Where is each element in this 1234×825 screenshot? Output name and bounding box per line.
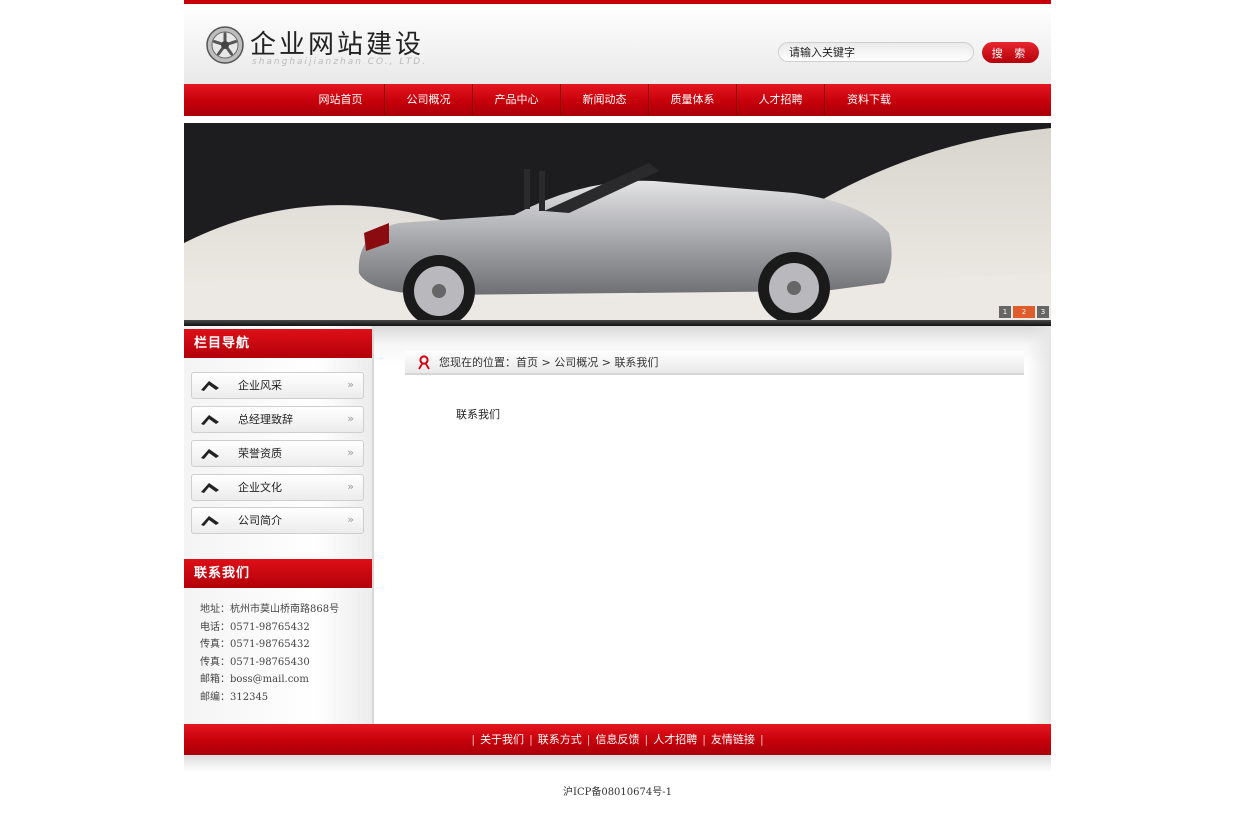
sidebar-item-gm-message[interactable]: 总经理致辞 » xyxy=(191,406,364,433)
breadcrumb-separator: > xyxy=(538,356,555,369)
content-title: 联系我们 xyxy=(456,408,500,421)
sidebar-item-culture[interactable]: 企业文化 » xyxy=(191,474,364,501)
car-banner-image xyxy=(184,123,1051,320)
arrow-up-icon xyxy=(201,415,219,425)
nav-item-products[interactable]: 产品中心 xyxy=(473,84,561,116)
slide-dot-2[interactable]: 2 xyxy=(1013,306,1035,318)
slide-indicators: 1 2 3 xyxy=(999,306,1049,318)
nav-item-downloads[interactable]: 资料下载 xyxy=(825,84,913,116)
sidebar-item-label: 公司简介 xyxy=(238,514,282,527)
sidebar-item-style[interactable]: 企业风采 » xyxy=(191,372,364,399)
breadcrumb-prefix: 您现在的位置： xyxy=(439,356,516,369)
location-pin-icon xyxy=(418,355,430,370)
breadcrumb-current: 联系我们 xyxy=(614,356,659,369)
sidebar-nav-heading: 栏目导航 xyxy=(184,329,372,358)
contact-email: 邮箱：boss@mail.com xyxy=(200,674,309,685)
sidebar-contact-heading: 联系我们 xyxy=(184,559,372,588)
search-button[interactable]: 搜 索 xyxy=(982,42,1039,63)
footer-divider: | xyxy=(702,733,706,746)
chevron-right-icon: » xyxy=(347,446,354,459)
footer-link-contact[interactable]: 联系方式 xyxy=(538,733,582,746)
arrow-up-icon xyxy=(201,483,219,493)
chevron-right-icon: » xyxy=(347,480,354,493)
chevron-right-icon: » xyxy=(347,412,354,425)
sidebar-item-profile[interactable]: 公司简介 » xyxy=(191,507,364,534)
nav-item-news[interactable]: 新闻动态 xyxy=(561,84,649,116)
arrow-up-icon xyxy=(201,381,219,391)
breadcrumb-text: 您现在的位置：首页 > 公司概况 > 联系我们 xyxy=(439,351,658,375)
footer-shadow xyxy=(184,755,1051,772)
main-content: 您现在的位置：首页 > 公司概况 > 联系我们 联系我们 xyxy=(374,326,1051,724)
wheel-logo-icon xyxy=(206,26,244,64)
arrow-up-icon xyxy=(201,516,219,526)
footer-divider: | xyxy=(471,733,476,746)
page: 企业网站建设 shanghaijianzhan CO., LTD. 搜 索 网站… xyxy=(184,0,1051,825)
contact-postcode: 邮编：312345 xyxy=(200,691,269,703)
contact-info: 地址：杭州市莫山桥南路868号 电话：0571-98765432 传真：0571… xyxy=(200,601,339,706)
arrow-up-icon xyxy=(201,449,219,459)
hero-banner: 1 2 3 xyxy=(184,123,1051,320)
sidebar-item-label: 企业文化 xyxy=(238,481,282,494)
footer-link-about[interactable]: 关于我们 xyxy=(480,733,524,746)
contact-address: 地址：杭州市莫山桥南路868号 xyxy=(200,604,340,615)
sidebar-item-label: 荣誉资质 xyxy=(238,447,282,460)
site-title: 企业网站建设 xyxy=(250,30,425,60)
footer-divider: | xyxy=(759,733,764,746)
footer-divider: | xyxy=(644,733,649,746)
footer-divider: | xyxy=(586,733,591,746)
footer-link-feedback[interactable]: 信息反馈 xyxy=(596,733,640,746)
main-nav: 网站首页 公司概况 产品中心 新闻动态 质量体系 人才招聘 资料下载 xyxy=(184,84,1051,116)
nav-item-company[interactable]: 公司概况 xyxy=(385,84,473,116)
nav-item-home[interactable]: 网站首页 xyxy=(297,84,385,116)
icp-license: 沪ICP备08010674号-1 xyxy=(563,787,672,798)
slide-dot-3[interactable]: 3 xyxy=(1037,306,1049,318)
sidebar: 栏目导航 企业风采 » 总经理致辞 » 荣誉资质 » 企业文化 » 公司简介 »… xyxy=(184,326,374,724)
breadcrumb-separator: > xyxy=(598,356,615,369)
footer-link-jobs[interactable]: 人才招聘 xyxy=(653,733,697,746)
footer-link-friends[interactable]: 友情链接 xyxy=(711,733,755,746)
breadcrumb-company[interactable]: 公司概况 xyxy=(554,356,598,369)
footer-nav: | 关于我们 | 联系方式 | 信息反馈 | 人才招聘 | 友情链接 | xyxy=(184,724,1051,755)
chevron-right-icon: » xyxy=(347,378,354,391)
contact-fax-2: 传真：0571-98765430 xyxy=(200,656,310,668)
nav-item-quality[interactable]: 质量体系 xyxy=(649,84,737,116)
nav-item-jobs[interactable]: 人才招聘 xyxy=(737,84,825,116)
breadcrumb-home[interactable]: 首页 xyxy=(516,356,538,369)
site-subtitle: shanghaijianzhan CO., LTD. xyxy=(252,57,428,67)
sidebar-item-label: 总经理致辞 xyxy=(238,413,293,426)
footer-divider: | xyxy=(529,733,533,746)
header: 企业网站建设 shanghaijianzhan CO., LTD. 搜 索 xyxy=(184,0,1051,84)
contact-fax: 传真：0571-98765432 xyxy=(200,639,310,650)
slide-dot-1[interactable]: 1 xyxy=(999,306,1011,318)
chevron-right-icon: » xyxy=(347,513,354,526)
sidebar-item-label: 企业风采 xyxy=(238,379,282,392)
sidebar-item-honors[interactable]: 荣誉资质 » xyxy=(191,440,364,467)
search-input[interactable] xyxy=(778,42,974,62)
contact-phone: 电话：0571-98765432 xyxy=(200,621,310,633)
breadcrumb: 您现在的位置：首页 > 公司概况 > 联系我们 xyxy=(405,351,1024,375)
